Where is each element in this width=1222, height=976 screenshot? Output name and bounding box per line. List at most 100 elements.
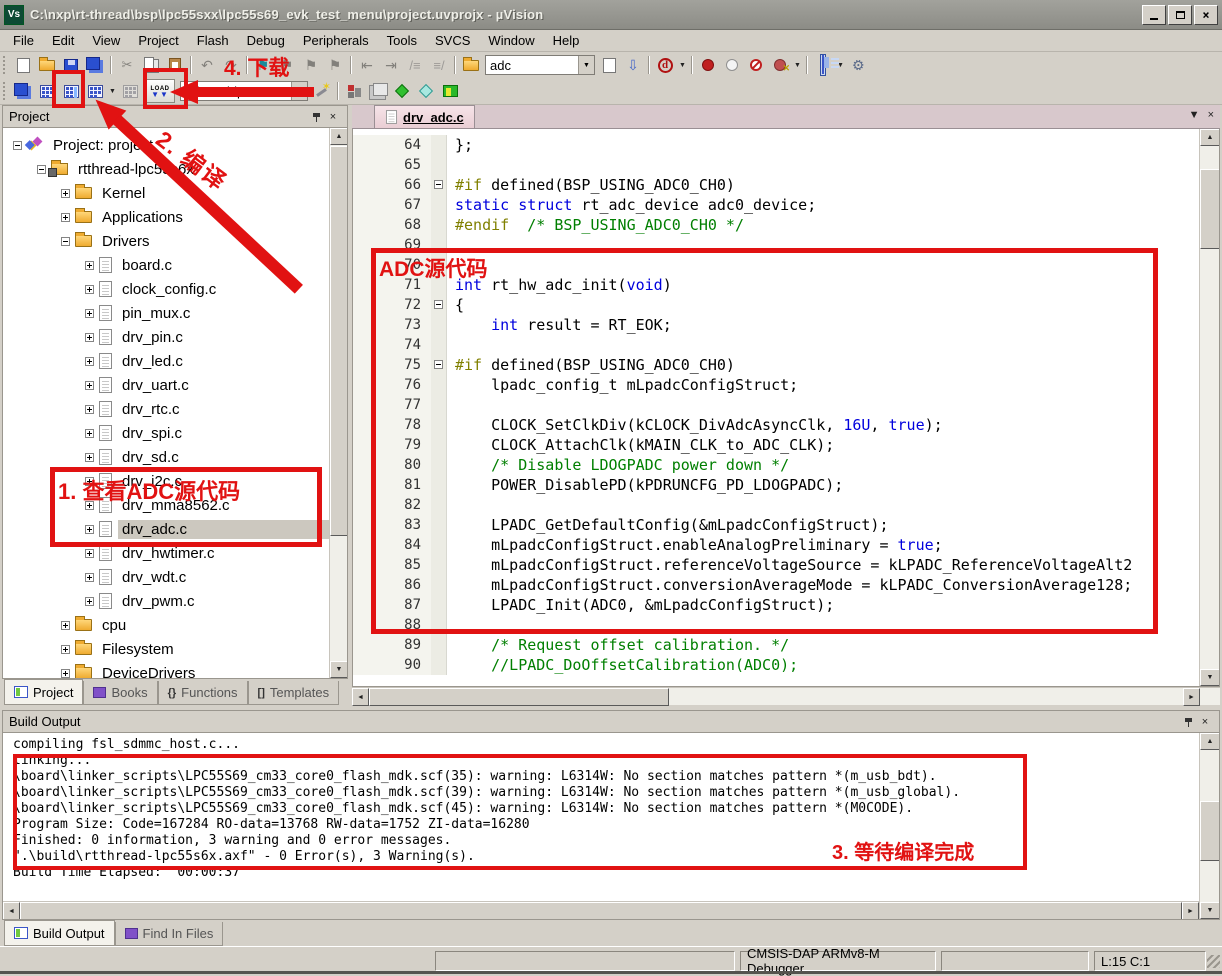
software-components-icon[interactable] (414, 80, 438, 102)
tree-item-kernel[interactable]: Kernel (3, 181, 329, 205)
scroll-thumb[interactable] (1200, 801, 1220, 861)
expand-icon[interactable] (85, 429, 94, 438)
expand-icon[interactable] (85, 357, 94, 366)
build-hscrollbar[interactable]: ◄ ► (3, 901, 1199, 919)
disable-breakpoint-icon[interactable] (744, 54, 768, 76)
expand-icon[interactable] (85, 597, 94, 606)
menu-tools[interactable]: Tools (378, 31, 426, 50)
tree-item-clock-config-c[interactable]: clock_config.c (3, 277, 329, 301)
code-line-75[interactable]: 75#if defined(BSP_USING_ADC0_CH0) (353, 355, 1199, 375)
manage-rte-icon[interactable] (342, 80, 366, 102)
dropdown-arrow-icon[interactable]: ▼ (792, 54, 803, 76)
scroll-thumb[interactable] (330, 146, 348, 536)
code-line-65[interactable]: 65 (353, 155, 1199, 175)
expand-icon[interactable] (85, 573, 94, 582)
tree-item-applications[interactable]: Applications (3, 205, 329, 229)
tab-project[interactable]: Project (4, 679, 83, 705)
dropdown-arrow-icon[interactable]: ▼ (677, 54, 688, 76)
scroll-down-icon[interactable]: ▼ (1200, 669, 1220, 686)
tree-item-drv-pin-c[interactable]: drv_pin.c (3, 325, 329, 349)
tab-find-in-files[interactable]: Find In Files (115, 922, 224, 946)
tab-build-output[interactable]: Build Output (4, 920, 115, 946)
paste-icon[interactable] (163, 54, 187, 76)
code-line-86[interactable]: 86 mLpadcConfigStruct.conversionAverageM… (353, 575, 1199, 595)
expand-icon[interactable] (61, 645, 70, 654)
kill-breakpoints-icon[interactable] (768, 54, 792, 76)
incremental-find-icon[interactable]: ⇩ (621, 54, 645, 76)
tree-item-drv-wdt-c[interactable]: drv_wdt.c (3, 565, 329, 589)
search-combo[interactable]: ▼ (485, 55, 595, 75)
tab-functions[interactable]: {}Functions (158, 681, 248, 705)
start-debug-icon[interactable]: d (653, 54, 677, 76)
project-tree-scrollbar[interactable]: ▲ ▼ (329, 128, 347, 678)
code-line-70[interactable]: 70 (353, 255, 1199, 275)
code-line-89[interactable]: 89 /* Request offset calibration. */ (353, 635, 1199, 655)
clear-bookmarks-icon[interactable]: ⚑ (323, 54, 347, 76)
collapse-icon[interactable] (37, 165, 46, 174)
project-close-button[interactable]: × (325, 109, 341, 124)
stop-build-icon[interactable] (118, 80, 142, 102)
code-line-68[interactable]: 68#endif /* BSP_USING_ADC0_CH0 */ (353, 215, 1199, 235)
uncomment-icon[interactable]: ≡/ (427, 54, 451, 76)
books-icon[interactable] (438, 80, 462, 102)
build-icon[interactable] (35, 80, 59, 102)
code-line-64[interactable]: 64}; (353, 135, 1199, 155)
scroll-up-icon[interactable]: ▲ (1200, 129, 1220, 146)
build-vscrollbar[interactable]: ▲ ▼ (1199, 733, 1219, 919)
options-for-target-icon[interactable] (310, 80, 334, 102)
tree-item-drv-i2c-c[interactable]: drv_i2c.c (3, 469, 329, 493)
code-line-71[interactable]: 71int rt_hw_adc_init(void) (353, 275, 1199, 295)
tree-item-drv-uart-c[interactable]: drv_uart.c (3, 373, 329, 397)
expand-icon[interactable] (85, 285, 94, 294)
editor-hscrollbar[interactable]: ◄ ► (352, 687, 1220, 705)
menu-edit[interactable]: Edit (43, 31, 83, 50)
editor-vscrollbar[interactable]: ▲ ▼ (1199, 129, 1219, 686)
scroll-up-icon[interactable]: ▲ (1200, 733, 1220, 750)
tree-item-drv-adc-c[interactable]: drv_adc.c (3, 517, 329, 541)
expand-icon[interactable] (61, 669, 70, 678)
batch-build-icon[interactable] (83, 80, 107, 102)
prev-bookmark-icon[interactable]: ⚑ (275, 54, 299, 76)
menu-project[interactable]: Project (129, 31, 187, 50)
code-line-78[interactable]: 78 CLOCK_SetClkDiv(kCLOCK_DivAdcAsyncClk… (353, 415, 1199, 435)
code-line-67[interactable]: 67static struct rt_adc_device adc0_devic… (353, 195, 1199, 215)
expand-icon[interactable] (85, 405, 94, 414)
code-line-80[interactable]: 80 /* Disable LDOGPADC power down */ (353, 455, 1199, 475)
scroll-up-icon[interactable]: ▲ (330, 128, 348, 145)
code-line-79[interactable]: 79 CLOCK_AttachClk(kMAIN_CLK_to_ADC_CLK)… (353, 435, 1199, 455)
expand-icon[interactable] (85, 261, 94, 270)
combo-dropdown-icon[interactable]: ▼ (291, 82, 307, 100)
expand-icon[interactable] (85, 501, 94, 510)
scroll-down-icon[interactable]: ▼ (330, 661, 348, 678)
code-line-88[interactable]: 88 (353, 615, 1199, 635)
collapse-icon[interactable] (61, 237, 70, 246)
tree-item-drv-hwtimer-c[interactable]: drv_hwtimer.c (3, 541, 329, 565)
copy-icon[interactable] (139, 54, 163, 76)
build-output-close-button[interactable]: × (1197, 714, 1213, 729)
indent-icon[interactable]: ⇥ (379, 54, 403, 76)
redo-icon[interactable]: ↷ (219, 54, 243, 76)
find-in-target-icon[interactable] (459, 54, 483, 76)
code-line-77[interactable]: 77 (353, 395, 1199, 415)
windows-icon[interactable] (366, 80, 390, 102)
expand-icon[interactable] (85, 453, 94, 462)
menu-file[interactable]: File (4, 31, 43, 50)
enable-breakpoint-icon[interactable] (720, 54, 744, 76)
tree-item-pin-mux-c[interactable]: pin_mux.c (3, 301, 329, 325)
menu-help[interactable]: Help (544, 31, 589, 50)
code-line-72[interactable]: 72{ (353, 295, 1199, 315)
tree-item-drv-mma8562-c[interactable]: drv_mma8562.c (3, 493, 329, 517)
code-line-66[interactable]: 66#if defined(BSP_USING_ADC0_CH0) (353, 175, 1199, 195)
target-combo-input[interactable] (181, 84, 291, 99)
menu-svcs[interactable]: SVCS (426, 31, 479, 50)
menu-debug[interactable]: Debug (238, 31, 294, 50)
combo-dropdown-icon[interactable]: ▼ (578, 56, 594, 74)
save-all-icon[interactable] (83, 54, 107, 76)
target-combo[interactable]: ▼ (180, 81, 308, 101)
tree-item-filesystem[interactable]: Filesystem (3, 637, 329, 661)
resize-grip[interactable] (1207, 955, 1220, 968)
expand-icon[interactable] (85, 549, 94, 558)
configure-icon[interactable]: ⚙ (846, 54, 870, 76)
comment-icon[interactable]: /≡ (403, 54, 427, 76)
menu-flash[interactable]: Flash (188, 31, 238, 50)
